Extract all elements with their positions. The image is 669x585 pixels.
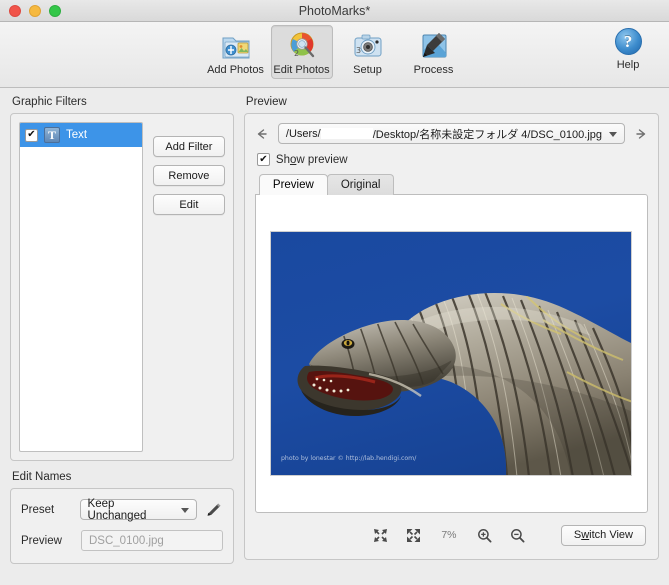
filter-list-item[interactable]: ✔ T Text — [20, 123, 142, 147]
graphic-filters-panel: ✔ T Text Add Filter Remove Edit — [10, 113, 234, 461]
edit-names-panel: Preset Keep Unchanged Preview DSC_0100.j… — [10, 488, 234, 564]
preview-name-label: Preview — [21, 534, 62, 547]
edit-names-section: Edit Names Preset Keep Unchanged Preview… — [10, 471, 234, 564]
edit-photos-icon: 2 — [285, 29, 319, 63]
graphic-filters-title: Graphic Filters — [12, 96, 87, 108]
switch-view-post: itch View — [589, 529, 633, 541]
preview-tabs: Preview Original — [258, 174, 648, 195]
main-content: Graphic Filters ✔ T Text Add Filter Remo… — [0, 88, 669, 585]
path-row: /Users/ /Desktop/名称未設定フォルダ 4/DSC_0100.jpg — [255, 123, 648, 144]
toolbar-label: Edit Photos — [273, 64, 330, 76]
toolbar-label: Setup — [353, 64, 382, 76]
show-preview-label-pre: Sh — [275, 153, 290, 166]
zoom-in-icon[interactable] — [477, 528, 492, 543]
arrow-right-icon[interactable] — [634, 127, 648, 141]
help-icon: ? — [614, 28, 642, 55]
title-bar: PhotoMarks* — [0, 0, 669, 22]
window-controls — [0, 4, 61, 17]
minimize-button[interactable] — [29, 4, 41, 17]
toolbar-item-add-photos[interactable]: Add Photos — [205, 25, 267, 79]
svg-text:3: 3 — [356, 46, 361, 55]
preset-select[interactable]: Keep Unchanged — [79, 497, 197, 522]
preview-name-row: Preview DSC_0100.jpg — [21, 530, 223, 551]
arrow-left-icon[interactable] — [255, 127, 269, 141]
filter-enabled-checkbox[interactable]: ✔ — [25, 128, 38, 142]
toolbar-item-setup[interactable]: 3 Setup — [337, 25, 399, 79]
add-photos-icon — [219, 29, 253, 63]
preview-canvas[interactable]: photo by lonestar © http://lab.hendigi.c… — [254, 194, 648, 513]
toolbar-item-process[interactable]: Process — [403, 25, 465, 79]
toolbar-items: Add Photos 2 Edit Photos 3 Setup Process — [0, 25, 669, 79]
preview-title: Preview — [245, 96, 287, 108]
preset-value: Keep Unchanged — [87, 497, 147, 522]
dinosaur-photo-graphic: photo by lonestar © http://lab.hendigi.c… — [281, 292, 632, 475]
edit-filter-button[interactable]: Edit — [152, 194, 225, 215]
show-preview-checkbox[interactable]: ✔ — [256, 153, 270, 166]
process-icon — [417, 29, 451, 63]
setup-icon: 3 — [351, 29, 385, 63]
preview-bottom-bar: 7% S w itch View — [255, 521, 648, 549]
text-filter-icon: T — [44, 127, 60, 143]
svg-text:2: 2 — [294, 49, 299, 58]
expand-arrows-icon[interactable] — [406, 528, 421, 543]
toolbar-label: Process — [413, 64, 454, 76]
toolbar-label: Help — [616, 59, 640, 71]
app-window: PhotoMarks* Add Photos 2 Edit Photos 3 S… — [0, 0, 669, 585]
show-preview-label-post: w preview — [296, 153, 348, 166]
zoom-out-icon[interactable] — [510, 528, 525, 543]
show-preview-label: Show preview — [276, 154, 348, 166]
switch-view-key: w — [581, 529, 590, 541]
collapse-arrows-icon[interactable] — [373, 528, 388, 543]
edit-names-title: Edit Names — [12, 471, 72, 483]
main-toolbar: Add Photos 2 Edit Photos 3 Setup Process… — [0, 22, 669, 88]
toolbar-item-help[interactable]: ? Help — [603, 28, 653, 71]
redacted-username — [320, 128, 373, 139]
filter-buttons: Add Filter Remove Edit — [152, 122, 225, 452]
preview-panel: /Users/ /Desktop/名称未設定フォルダ 4/DSC_0100.jpg… — [243, 113, 659, 560]
tab-preview[interactable]: Preview — [258, 174, 328, 195]
path-prefix: /Users/ — [285, 127, 321, 140]
zoom-button[interactable] — [49, 4, 61, 17]
path-suffix: /Desktop/名称未設定フォルダ 4/DSC_0100.jpg — [372, 128, 602, 141]
zoom-tools: 7% — [373, 528, 525, 543]
preview-image: photo by lonestar © http://lab.hendigi.c… — [270, 231, 633, 476]
preset-label: Preset — [21, 503, 55, 516]
toolbar-item-edit-photos[interactable]: 2 Edit Photos — [270, 25, 333, 79]
chevron-down-icon — [180, 507, 189, 513]
pencil-icon[interactable] — [205, 501, 223, 519]
switch-view-button[interactable]: Sw itch View — [560, 524, 646, 546]
toolbar-label: Add Photos — [207, 64, 264, 76]
add-filter-button[interactable]: Add Filter — [152, 136, 225, 157]
file-path-field[interactable]: /Users/ /Desktop/名称未設定フォルダ 4/DSC_0100.jpg — [277, 123, 625, 144]
preset-row: Preset Keep Unchanged — [21, 497, 223, 522]
left-column: Graphic Filters ✔ T Text Add Filter Remo… — [10, 96, 234, 585]
window-title: PhotoMarks* — [298, 3, 371, 18]
watermark-text: photo by lonestar © http://lab.hendigi.c… — [281, 454, 417, 462]
filter-name-label: Text — [66, 129, 88, 141]
right-column: Preview /Users/ /Desktop/名称未設定フォルダ 4/DSC_… — [243, 96, 659, 585]
remove-filter-button[interactable]: Remove — [152, 165, 225, 186]
preview-name-field: DSC_0100.jpg — [81, 530, 223, 551]
chevron-down-icon — [609, 131, 617, 137]
close-button[interactable] — [9, 4, 21, 17]
head-shape — [297, 320, 457, 416]
show-preview-row[interactable]: ✔ Show preview — [256, 153, 648, 166]
filter-list[interactable]: ✔ T Text — [19, 122, 143, 452]
tab-original[interactable]: Original — [326, 174, 395, 195]
zoom-level-label: 7% — [441, 529, 457, 541]
